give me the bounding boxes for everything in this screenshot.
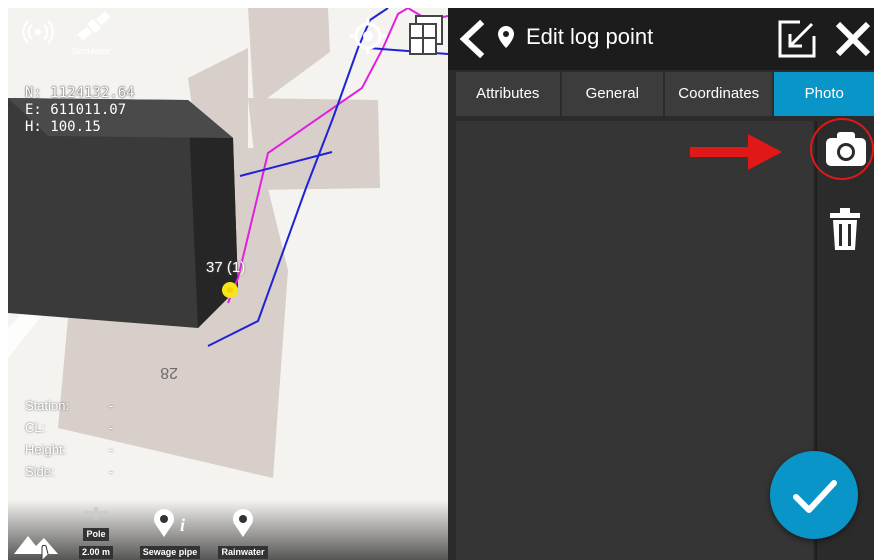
confirm-button[interactable]: [770, 451, 858, 539]
info-key-cl: CL:: [25, 420, 46, 435]
tab-photo[interactable]: Photo: [774, 72, 874, 116]
northing-value: N: 1124132.64: [25, 85, 135, 101]
info-key-side: Side:: [25, 464, 55, 479]
tab-coordinates[interactable]: Coordinates: [665, 72, 773, 116]
log-point-label: 37 (1): [206, 259, 246, 276]
info-value-cl: -: [109, 420, 114, 435]
info-key-station: Station:: [25, 398, 70, 413]
height-value: H: 100.15: [25, 119, 101, 135]
log-point-center: [227, 287, 233, 293]
info-value-side: -: [109, 464, 114, 479]
tab-attributes[interactable]: Attributes: [456, 72, 560, 116]
panel-header: Edit log point: [448, 8, 874, 70]
edit-log-point-panel: Edit log point Attributes General Coordi…: [448, 8, 874, 560]
location-pin-icon: [498, 26, 514, 48]
info-value-station: -: [109, 398, 114, 413]
svg-text:i: i: [180, 515, 185, 535]
red-arrow-annotation: [690, 134, 786, 170]
coordinate-readout: N: 1124132.64 E: 611011.07 H: 100.15: [25, 85, 135, 136]
info-key-height: Height:: [25, 442, 67, 457]
tab-bar: Attributes General Coordinates Photo: [456, 72, 874, 116]
rainwater-button[interactable]: Rainwater: [212, 507, 274, 560]
panel-title: Edit log point: [526, 24, 654, 49]
photo-preview-area: [456, 121, 813, 560]
map-view[interactable]: 28 Simulator N: 1124132.64 E: 611011.07 …: [8, 8, 448, 560]
parcel-shape: [248, 98, 380, 190]
rainwater-label: Rainwater: [218, 546, 268, 559]
collapse-window-icon[interactable]: [778, 18, 816, 58]
layers-icon[interactable]: [406, 14, 446, 56]
easting-value: E: 611011.07: [25, 102, 127, 118]
pin-icon: [233, 509, 253, 537]
trash-icon[interactable]: [830, 208, 860, 250]
parcel-shape: [248, 8, 330, 108]
station-info: Station: - CL: - Height: - Side: -: [25, 395, 113, 483]
pole-height: 2.00 m: [78, 546, 114, 559]
back-arrow-icon[interactable]: [454, 18, 490, 60]
simulator-label: Simulator: [72, 46, 111, 56]
checkmark-icon: [793, 480, 837, 513]
close-icon[interactable]: [834, 20, 872, 58]
info-value-height: -: [109, 442, 114, 457]
sewage-pipe-button[interactable]: i Sewage pipe: [136, 507, 204, 560]
pole-button[interactable]: Pole 2.00 m: [74, 506, 118, 560]
sewage-pipe-label: Sewage pipe: [139, 546, 201, 559]
signal-broadcast-icon[interactable]: [20, 14, 56, 50]
locate-icon[interactable]: [348, 16, 388, 56]
pole-label: Pole: [83, 528, 109, 541]
camera-icon[interactable]: [824, 128, 868, 168]
map-toolbar: Pole 2.00 m i Sewage pipe Rainwater: [8, 500, 448, 560]
pole-icon: [83, 507, 109, 519]
pin-info-icon: i: [154, 509, 185, 537]
tab-general[interactable]: General: [561, 72, 663, 116]
building-label: 28: [160, 364, 178, 381]
terrain-icon[interactable]: [12, 520, 62, 560]
